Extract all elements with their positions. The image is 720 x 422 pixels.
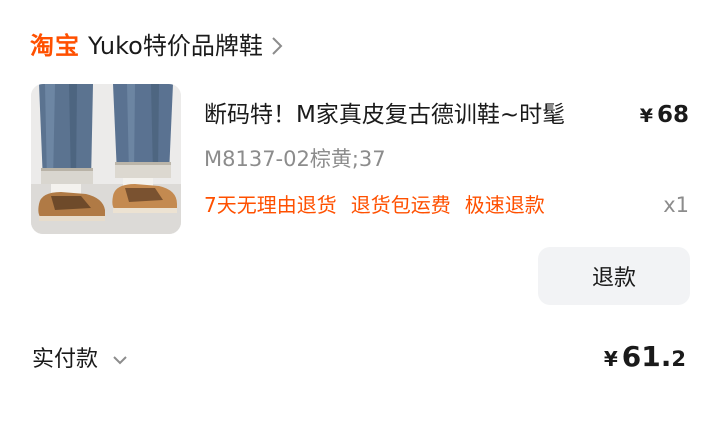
- paid-amount-dec: 2: [671, 347, 686, 371]
- order-card: 淘宝 Yuko特价品牌鞋 断码特！M家真皮复古德训鞋~时髦 ¥ 68 M8137…: [0, 0, 720, 422]
- paid-amount-toggle[interactable]: 实付款: [32, 342, 128, 378]
- paid-amount: ¥61. 2: [604, 340, 686, 380]
- paid-currency: ¥: [603, 347, 618, 371]
- chevron-right-icon: [272, 37, 283, 55]
- product-price: ¥68: [640, 98, 689, 133]
- quantity: x1: [663, 193, 689, 217]
- paid-label: 实付款: [32, 347, 99, 372]
- store-link[interactable]: 淘宝 Yuko特价品牌鞋: [30, 28, 283, 64]
- refund-button[interactable]: 退款: [538, 247, 690, 305]
- service-tag: 7天无理由退货: [204, 193, 337, 217]
- product-image[interactable]: [31, 84, 181, 234]
- price-value: 68: [656, 102, 689, 128]
- shoes-product-photo: [31, 84, 181, 234]
- taobao-logo: 淘宝: [30, 32, 80, 60]
- price-currency: ¥: [639, 105, 653, 127]
- service-tag: 极速退款: [464, 193, 545, 217]
- service-tag: 退货包运费: [350, 193, 451, 217]
- store-name: Yuko特价品牌鞋: [88, 32, 263, 60]
- product-spec: M8137-02棕黄;37: [204, 147, 386, 171]
- product-title[interactable]: 断码特！M家真皮复古德训鞋~时髦: [204, 98, 565, 132]
- chevron-down-icon: [113, 356, 127, 365]
- service-tags: 7天无理由退货 退货包运费 极速退款: [204, 190, 545, 220]
- paid-amount-int: 61.: [621, 340, 672, 373]
